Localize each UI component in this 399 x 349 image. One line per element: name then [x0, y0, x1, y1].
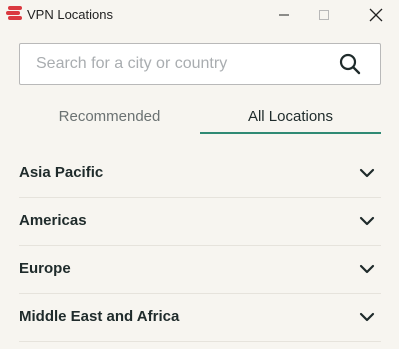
search-input[interactable] [36, 44, 336, 84]
maximize-icon [319, 10, 329, 20]
region-label: Europe [19, 260, 71, 277]
minimize-icon [279, 14, 289, 16]
active-tab-indicator [200, 132, 381, 134]
chevron-down-icon[interactable] [359, 311, 375, 323]
region-label: Middle East and Africa [19, 308, 180, 325]
chevron-down-icon[interactable] [359, 215, 375, 227]
region-label: Asia Pacific [19, 164, 104, 181]
expressvpn-logo-icon [6, 6, 22, 20]
region-europe[interactable]: Europe [19, 246, 381, 294]
close-button[interactable] [353, 0, 399, 30]
chevron-down-icon[interactable] [359, 263, 375, 275]
close-icon [369, 8, 383, 22]
tab-recommended[interactable]: Recommended [19, 100, 200, 134]
vpn-locations-window: VPN Locations Recommended All Locations [0, 0, 399, 349]
window-title: VPN Locations [27, 7, 113, 22]
maximize-button[interactable] [301, 0, 347, 30]
search-box [19, 43, 381, 85]
chevron-down-icon[interactable] [359, 167, 375, 179]
region-asia-pacific[interactable]: Asia Pacific [19, 150, 381, 198]
tab-all-locations[interactable]: All Locations [200, 100, 381, 134]
search-icon[interactable] [339, 53, 361, 75]
region-americas[interactable]: Americas [19, 198, 381, 246]
region-label: Americas [19, 212, 87, 229]
region-list: Asia Pacific Americas Europe Middle East… [19, 150, 381, 342]
region-middle-east-and-africa[interactable]: Middle East and Africa [19, 294, 381, 342]
title-bar[interactable]: VPN Locations [0, 0, 399, 30]
